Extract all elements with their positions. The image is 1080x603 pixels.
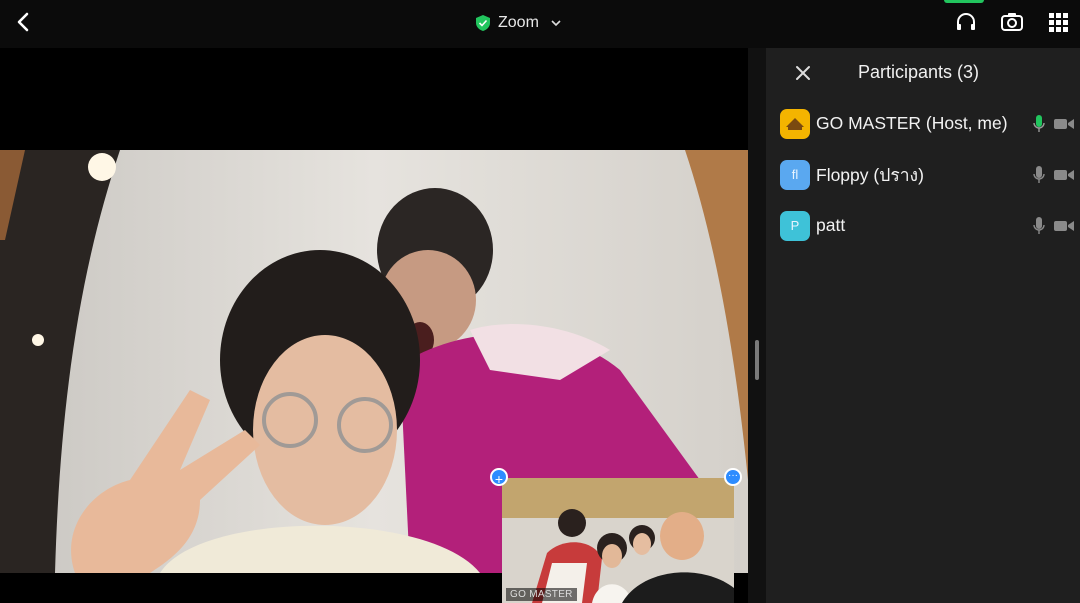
panel-divider xyxy=(748,48,766,603)
grid-icon[interactable] xyxy=(1046,10,1070,34)
resize-handle[interactable] xyxy=(755,340,759,380)
chevron-left-icon[interactable] xyxy=(12,10,36,34)
participants-title: Participants (3) xyxy=(858,62,980,82)
meeting-title-dropdown[interactable]: Zoom xyxy=(476,12,561,34)
participant-row[interactable]: fl Floppy (ปราง) xyxy=(766,149,1080,200)
host-logo-icon xyxy=(780,108,810,139)
video-camera-icon[interactable] xyxy=(1054,168,1074,182)
self-view-name-label: GO MASTER xyxy=(506,588,577,601)
microphone-icon[interactable] xyxy=(1032,165,1046,185)
participant-row[interactable]: GO MASTER (Host, me) xyxy=(766,98,1080,149)
participant-name: GO MASTER (Host, me) xyxy=(816,113,1008,133)
microphone-icon[interactable] xyxy=(1032,216,1046,236)
video-camera-icon[interactable] xyxy=(1054,219,1074,233)
top-bar: Zoom xyxy=(0,0,1080,48)
pip-expand-button[interactable]: + xyxy=(490,468,508,487)
participant-row[interactable]: P patt xyxy=(766,200,1080,251)
avatar: fl xyxy=(780,159,810,190)
avatar xyxy=(780,108,810,139)
meeting-title: Zoom xyxy=(498,14,539,31)
participant-name: Floppy (ปราง) xyxy=(816,164,924,185)
camera-switch-icon[interactable] xyxy=(1000,10,1024,34)
video-camera-icon[interactable] xyxy=(1054,117,1074,131)
shield-icon xyxy=(476,15,490,31)
close-icon[interactable] xyxy=(794,64,812,82)
participant-name: patt xyxy=(816,215,846,235)
participants-panel: Participants (3) GO MASTER (Host, me) fl… xyxy=(766,48,1080,603)
avatar-initial: fl xyxy=(791,167,799,182)
chevron-down-icon xyxy=(551,20,561,27)
headphones-icon[interactable] xyxy=(954,10,978,34)
avatar-initial: P xyxy=(790,218,800,233)
microphone-active-icon[interactable] xyxy=(1032,114,1046,134)
self-view-frame xyxy=(502,478,734,603)
recording-indicator xyxy=(944,0,984,3)
avatar: P xyxy=(780,210,810,241)
participants-list: GO MASTER (Host, me) fl Floppy (ปราง) P … xyxy=(766,98,1080,251)
self-view-video[interactable]: GO MASTER xyxy=(502,478,734,603)
pip-more-button[interactable]: ··· xyxy=(724,468,742,486)
participants-header: Participants (3) xyxy=(766,48,1080,98)
